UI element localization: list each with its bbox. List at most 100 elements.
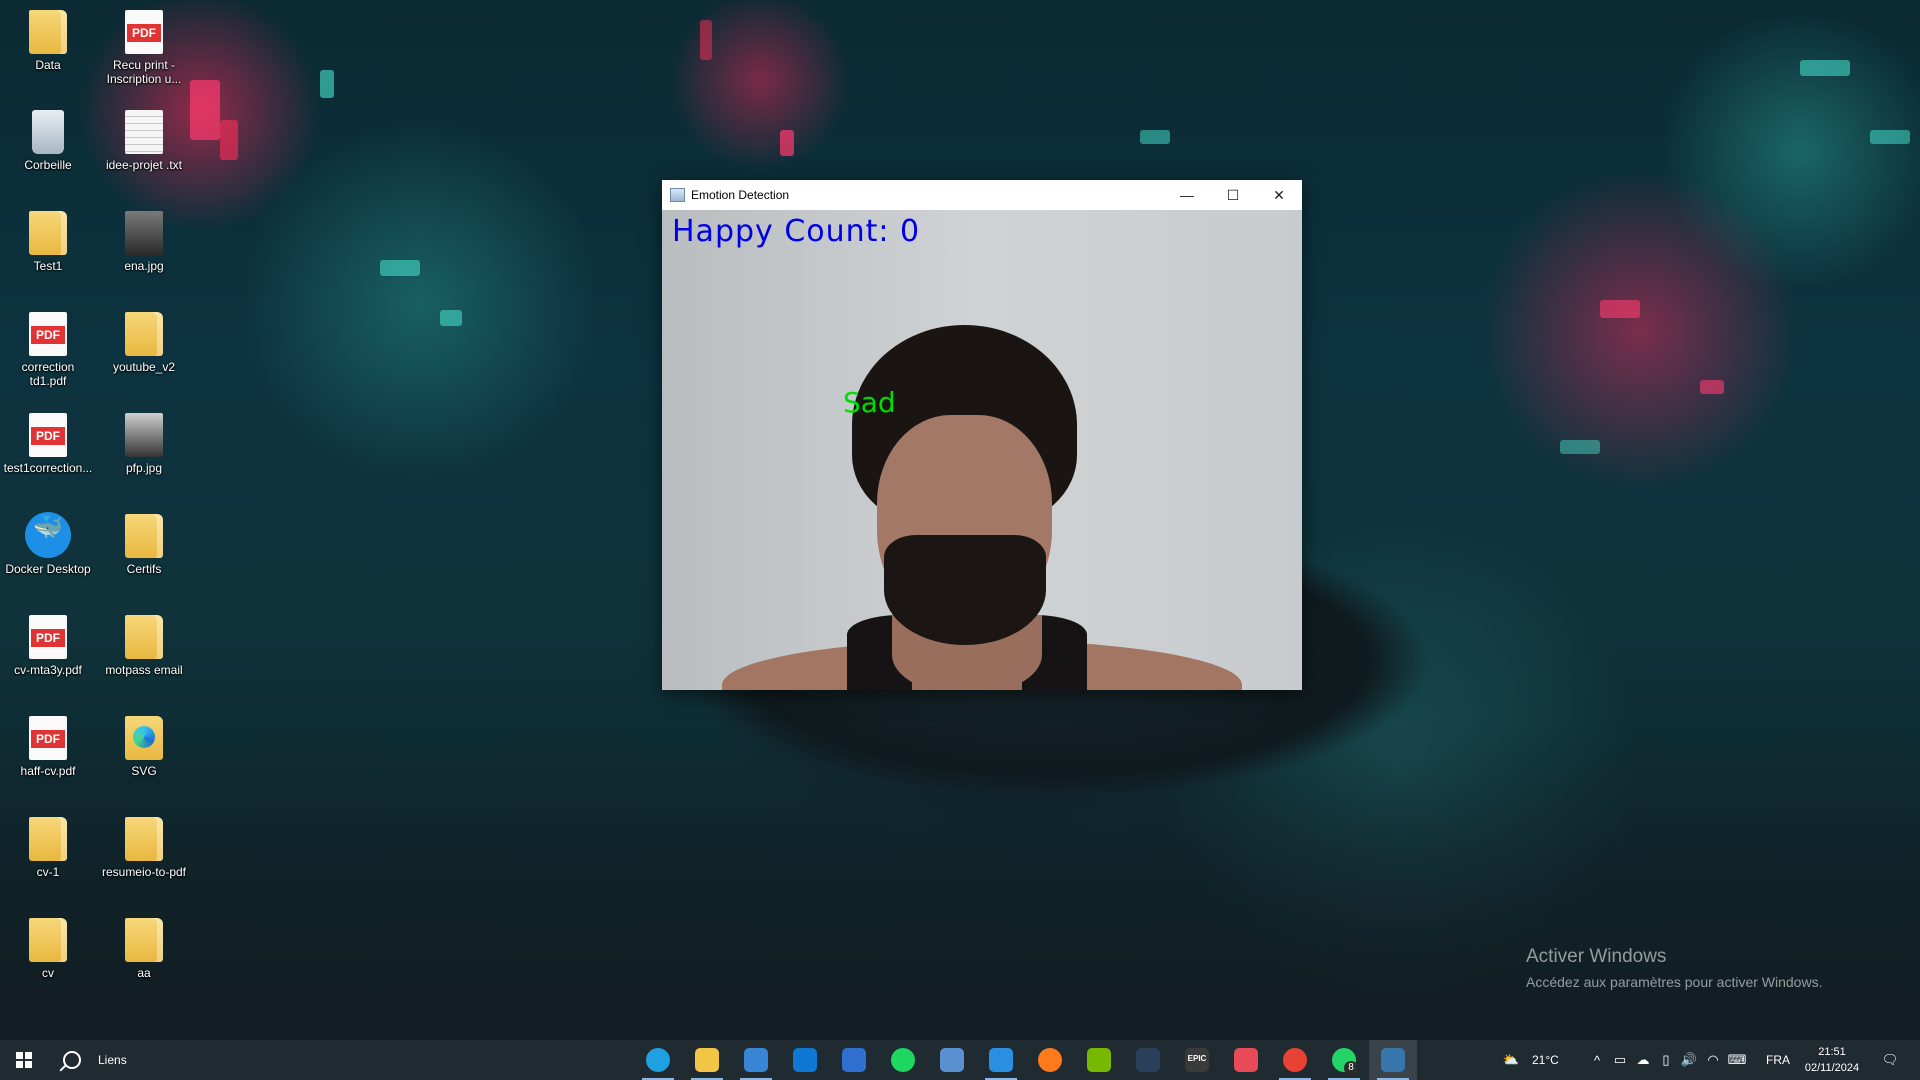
search-label[interactable]: Liens: [98, 1040, 127, 1080]
pdf-icon: PDF: [29, 413, 67, 457]
desktop-icon-aa[interactable]: aa: [98, 918, 190, 980]
vscode-icon: [989, 1048, 1013, 1072]
desktop-icon-label: cv-1: [36, 865, 60, 879]
onedrive-icon[interactable]: ☁: [1632, 1040, 1654, 1080]
desktop-icon-motpass-email[interactable]: motpass email: [98, 615, 190, 677]
desktop-icon-idee-projet[interactable]: idee-projet .txt: [98, 110, 190, 172]
neon-light: [1700, 380, 1724, 394]
taskbar-app-button[interactable]: [879, 1040, 927, 1080]
window-titlebar[interactable]: Emotion Detection — ☐ ✕: [662, 180, 1302, 210]
desktop-icon-label: Corbeille: [24, 158, 72, 172]
pdf-tag: PDF: [31, 326, 65, 344]
language-indicator[interactable]: FRA: [1766, 1040, 1790, 1080]
battery-icon[interactable]: ▭: [1609, 1040, 1631, 1080]
pdf-tag: PDF: [127, 24, 161, 42]
close-icon: ✕: [1273, 186, 1285, 203]
image-icon: [125, 211, 163, 255]
neon-light: [1140, 130, 1170, 144]
desktop-icon-corbeille[interactable]: Corbeille: [2, 110, 94, 172]
taskbar-app-button[interactable]: [928, 1040, 976, 1080]
taskbar-app-button[interactable]: [830, 1040, 878, 1080]
folder-icon: [29, 918, 67, 962]
steam-icon: [1136, 1048, 1160, 1072]
taskbar-app-button[interactable]: [781, 1040, 829, 1080]
taskbar-app-button[interactable]: EPIC: [1173, 1040, 1221, 1080]
desktop-icon-correction-td1[interactable]: PDF correction td1.pdf: [2, 312, 94, 388]
desktop-icon-label: Test1: [33, 259, 63, 273]
clock-time: 21:51: [1818, 1046, 1846, 1058]
taskbar-app-button[interactable]: [1026, 1040, 1074, 1080]
app-icon: [940, 1048, 964, 1072]
taskbar-app-button[interactable]: [1271, 1040, 1319, 1080]
folder-icon: [125, 716, 163, 760]
taskbar-app-button[interactable]: [1222, 1040, 1270, 1080]
desktop-icon-label: test1correction...: [3, 461, 93, 475]
desktop-icon-data[interactable]: Data: [2, 10, 94, 72]
taskbar-app-button[interactable]: [683, 1040, 731, 1080]
desktop: Data PDF Recu print - Inscription u... C…: [0, 0, 1920, 1040]
app-installer-icon: [842, 1048, 866, 1072]
pdf-icon: PDF: [29, 716, 67, 760]
pdf-icon: PDF: [125, 10, 163, 54]
desktop-icon-label: resumeio-to-pdf: [101, 865, 187, 879]
desktop-icon-pfp-jpg[interactable]: pfp.jpg: [98, 413, 190, 475]
watermark-subtitle: Accédez aux paramètres pour activer Wind…: [1526, 974, 1823, 990]
desktop-icon-test1[interactable]: Test1: [2, 211, 94, 273]
text-file-icon: [125, 110, 163, 154]
desktop-icon-recu-print[interactable]: PDF Recu print - Inscription u...: [98, 10, 190, 86]
windows-logo-icon: [16, 1052, 32, 1068]
desktop-icon-resumeio-to-pdf[interactable]: resumeio-to-pdf: [98, 817, 190, 879]
desktop-icon-youtube-v2[interactable]: youtube_v2: [98, 312, 190, 374]
taskbar-app-button[interactable]: [977, 1040, 1025, 1080]
search-icon: [63, 1051, 81, 1069]
start-button[interactable]: [0, 1040, 48, 1080]
pdf-tag: PDF: [31, 730, 65, 748]
neon-light: [380, 260, 420, 276]
minimize-button[interactable]: —: [1164, 180, 1210, 210]
desktop-icon-label: Recu print - Inscription u...: [106, 58, 182, 86]
weather-temp[interactable]: 21°C: [1532, 1040, 1559, 1080]
desktop-icon-haff-cv[interactable]: PDF haff-cv.pdf: [2, 716, 94, 778]
folder-icon: [29, 10, 67, 54]
search-button[interactable]: [52, 1040, 92, 1080]
chevron-up-icon[interactable]: ^: [1586, 1040, 1608, 1080]
device-icon[interactable]: ▯: [1655, 1040, 1677, 1080]
window-app-icon: [670, 188, 685, 202]
clock-date: 02/11/2024: [1804, 1062, 1860, 1074]
epic-text: EPIC: [1187, 1054, 1207, 1063]
folder-icon: [125, 514, 163, 558]
clock[interactable]: 21:51 02/11/2024: [1796, 1040, 1868, 1080]
desktop-icon-ena-jpg[interactable]: ena.jpg: [98, 211, 190, 273]
desktop-icon-cv[interactable]: cv: [2, 918, 94, 980]
taskbar-app-button[interactable]: [1124, 1040, 1172, 1080]
taskbar-app-button[interactable]: [732, 1040, 780, 1080]
taskbar-app-button[interactable]: 8: [1320, 1040, 1368, 1080]
notifications-icon[interactable]: 🗨: [1876, 1040, 1904, 1080]
maximize-button[interactable]: ☐: [1210, 180, 1256, 210]
desktop-icon-test1correction[interactable]: PDF test1correction...: [2, 413, 94, 475]
activation-watermark: Activer Windows Accédez aux paramètres p…: [1526, 946, 1822, 990]
webcam-feed: Happy Count: 0 Sad: [662, 210, 1302, 690]
desktop-icon-certifs[interactable]: Certifs: [98, 514, 190, 576]
desktop-icon-label: motpass email: [105, 663, 183, 677]
pdf-tag: PDF: [31, 427, 65, 445]
close-button[interactable]: ✕: [1256, 180, 1302, 210]
desktop-icon-cv-1[interactable]: cv-1: [2, 817, 94, 879]
keyboard-icon[interactable]: ⌨: [1726, 1040, 1748, 1080]
taskbar-app-button[interactable]: [1075, 1040, 1123, 1080]
spotify-icon: [891, 1048, 915, 1072]
image-icon: [125, 413, 163, 457]
emotion-detection-window[interactable]: Emotion Detection — ☐ ✕ Happy Count: 0 S…: [662, 180, 1302, 690]
desktop-icon-label: cv-mta3y.pdf: [14, 663, 82, 677]
desktop-icon-docker-desktop[interactable]: 🐳 Docker Desktop: [2, 512, 94, 576]
desktop-icon-svg[interactable]: SVG: [98, 716, 190, 778]
taskbar-app-button[interactable]: [634, 1040, 682, 1080]
desktop-icon-cv-mta3y[interactable]: PDF cv-mta3y.pdf: [2, 615, 94, 677]
taskbar-app-button[interactable]: [1369, 1040, 1417, 1080]
volume-icon[interactable]: 🔊: [1678, 1040, 1700, 1080]
wifi-icon[interactable]: ◠: [1702, 1040, 1724, 1080]
chrome-icon: [1283, 1048, 1307, 1072]
recycle-bin-icon: [32, 110, 64, 154]
desktop-icon-label: SVG: [131, 764, 157, 778]
weather-icon[interactable]: ⛅: [1500, 1040, 1522, 1080]
